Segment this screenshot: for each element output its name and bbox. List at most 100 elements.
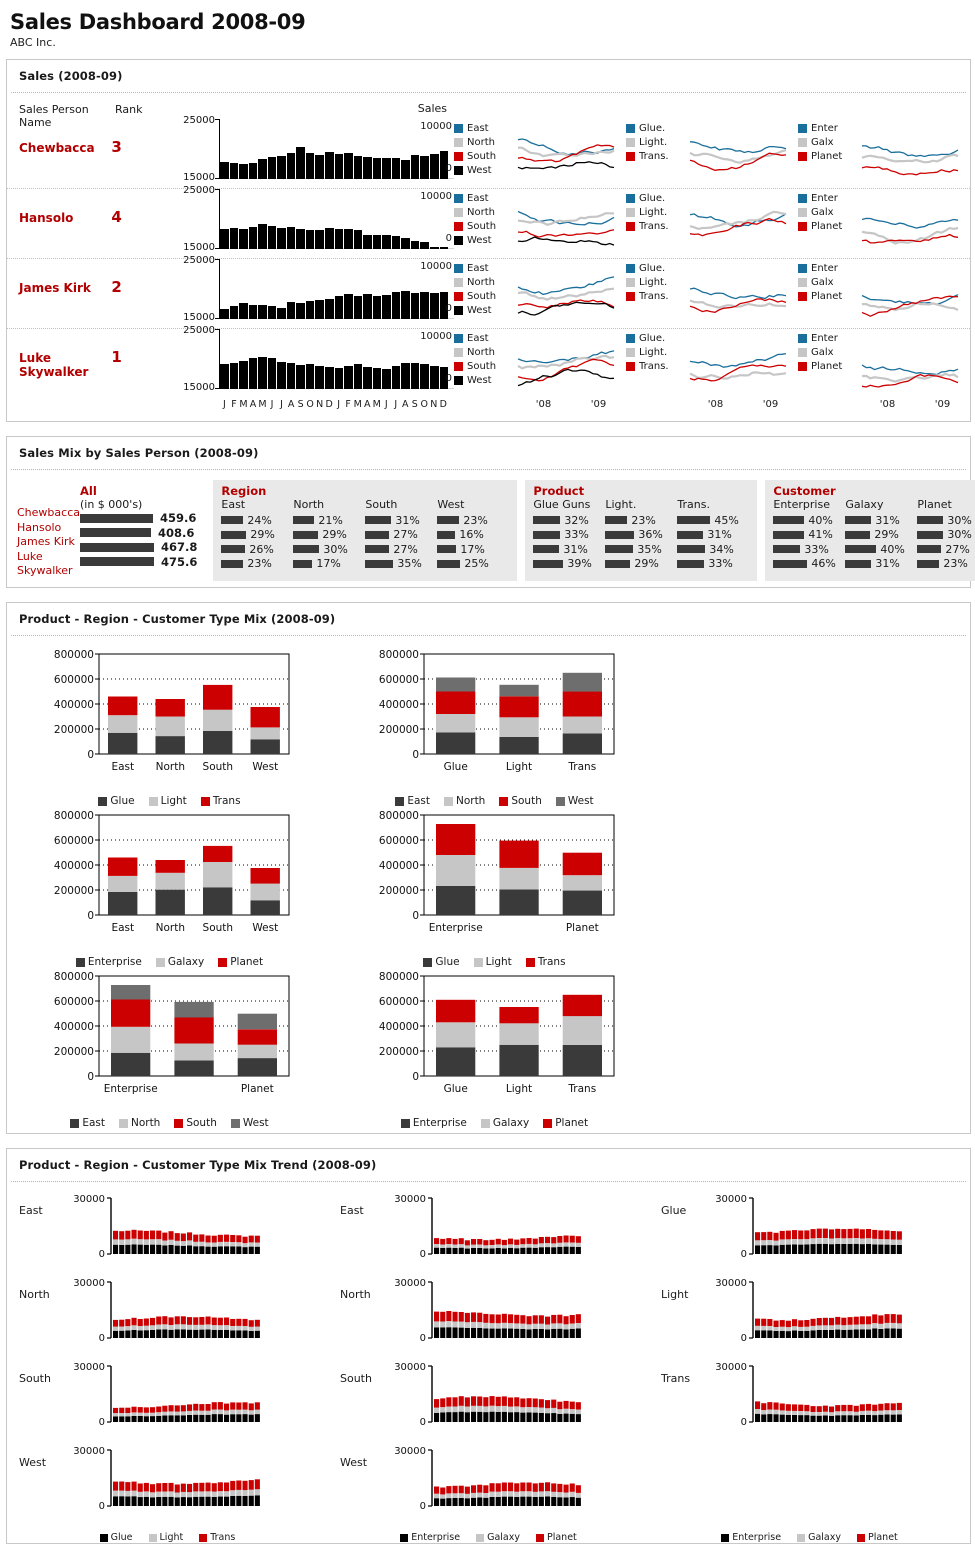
legend-label: Planet <box>811 150 843 162</box>
percent-label: 30% <box>323 542 348 556</box>
mix-chart-cell: 800000 600000 400000 200000 0 East North South W… <box>7 807 332 968</box>
percent-bar <box>677 545 706 554</box>
legend-swatch <box>454 221 463 231</box>
legend-label: Light <box>485 956 512 968</box>
month-label: M <box>372 399 381 410</box>
month-label: M <box>239 399 248 410</box>
legend-swatch <box>454 137 463 147</box>
sales-mix-all-row: 475.6 <box>79 555 197 570</box>
trend-chart: 30000 0 <box>65 1356 328 1433</box>
chart-legend: Enterprise Galaxy Planet <box>7 956 332 968</box>
percent-label: 17% <box>316 557 341 571</box>
legend-label: Galaxy <box>487 1532 520 1543</box>
sales-mix-title: Sales Mix by Sales Person (2008-09) <box>19 446 259 460</box>
svg-text:30000: 30000 <box>394 1194 426 1205</box>
legend-label: West <box>467 374 492 386</box>
trend-row-label: East <box>19 1204 43 1217</box>
bar <box>267 225 277 249</box>
sales-mix-cell: 31% <box>677 528 749 543</box>
legend-swatch <box>199 1533 208 1542</box>
legend-swatch <box>856 1533 865 1542</box>
legend-swatch <box>98 796 108 806</box>
percent-label: 27% <box>393 542 418 556</box>
svg-text:Enterprise: Enterprise <box>429 922 483 934</box>
percent-label: 41% <box>808 528 833 542</box>
sales-mix-cell: 35% <box>365 557 437 572</box>
percent-bar <box>845 559 872 568</box>
bar <box>239 361 248 389</box>
bar <box>277 228 286 249</box>
svg-text:600000: 600000 <box>379 835 419 847</box>
legend-label: West <box>467 234 492 246</box>
y-axis-min-label: 15000 <box>183 242 215 253</box>
sales-person-name: Hansolo <box>19 211 74 225</box>
sparkline-group-customer: Enter Galx Planet <box>798 121 970 189</box>
legend-swatch <box>721 1533 730 1542</box>
month-label: N <box>316 399 324 410</box>
sparkline-group-customer: Enter Galx Planet <box>798 261 970 329</box>
legend-label: Galx <box>811 276 834 288</box>
svg-text:800000: 800000 <box>54 649 94 661</box>
sales-person-name: James Kirk <box>19 281 91 295</box>
bar <box>439 247 449 249</box>
trend-chart: 30000 0 <box>65 1188 328 1265</box>
legend-swatch <box>454 361 463 371</box>
percent-label: 17% <box>460 542 485 556</box>
legend-label: Planet <box>811 220 843 232</box>
legend-swatch <box>798 277 807 287</box>
month-label: J <box>223 399 226 410</box>
legend-label: East <box>407 795 430 807</box>
sales-row: Chewbacca 3 25000 15000 10000 0 East North South… <box>7 115 970 189</box>
percent-bar <box>677 516 711 525</box>
trend-row: Glue 30000 0 <box>649 1188 970 1272</box>
sales-person-rank: 4 <box>111 208 122 226</box>
bar <box>344 366 353 389</box>
month-label: M <box>353 399 362 410</box>
percent-label: 29% <box>634 557 659 571</box>
legend-item: Planet <box>218 956 263 968</box>
percent-label: 35% <box>397 557 422 571</box>
percent-bar <box>533 545 560 554</box>
percent-bar <box>437 516 460 525</box>
month-label: A <box>402 399 409 410</box>
legend-item: Trans <box>525 956 566 968</box>
legend-label: Glue. <box>639 192 666 204</box>
legend-item: West <box>230 1117 269 1129</box>
legend-swatch <box>70 1118 80 1128</box>
sparkline-plot <box>684 261 798 329</box>
spark-y-min-label: 0 <box>445 303 452 314</box>
bar <box>258 223 267 249</box>
percent-bar <box>677 530 704 539</box>
sales-mix-all-block: All (in $ 000's) 459.6 408.6 467.8 475.6 <box>79 480 205 579</box>
legend-label: Glue <box>435 956 460 968</box>
sales-mix-column: Planet 30% 30% 27% 23% <box>917 498 975 571</box>
sparkline-plot <box>684 121 798 189</box>
legend-label: South <box>511 795 542 807</box>
mix-trend-panel: Product - Region - Customer Type Mix Tre… <box>6 1148 971 1544</box>
legend-label: Planet <box>867 1532 898 1543</box>
month-label: J <box>394 399 398 410</box>
trend-row: Light 30000 0 <box>649 1272 970 1356</box>
percent-label: 25% <box>464 557 489 571</box>
svg-text:600000: 600000 <box>54 996 94 1008</box>
sparkline-group-region: 10000 0 East North South West <box>420 121 626 189</box>
legend-label: West <box>242 1117 269 1129</box>
spark-y-min-label: 0 <box>445 373 452 384</box>
svg-text:0: 0 <box>741 1249 747 1260</box>
legend-label: Light. <box>639 346 668 358</box>
sales-person-rank: 2 <box>111 278 122 296</box>
value-bar <box>79 557 154 567</box>
percent-bar <box>293 559 313 568</box>
sales-mix-group-customer: Customer Enterprise 40% 41% 33% 46% Galaxy 31% 2… <box>765 480 975 581</box>
legend-label: North <box>467 136 495 148</box>
svg-text:800000: 800000 <box>379 649 419 661</box>
bar <box>258 305 267 319</box>
legend-label: Enter <box>811 262 838 274</box>
percent-bar <box>437 530 456 539</box>
bar <box>248 357 258 389</box>
legend-item: East <box>454 121 512 135</box>
legend-swatch <box>454 207 463 217</box>
group-header: Product <box>533 484 585 498</box>
col-header-rank: Rank <box>115 103 143 116</box>
sales-mix-cell: 41% <box>773 528 845 543</box>
